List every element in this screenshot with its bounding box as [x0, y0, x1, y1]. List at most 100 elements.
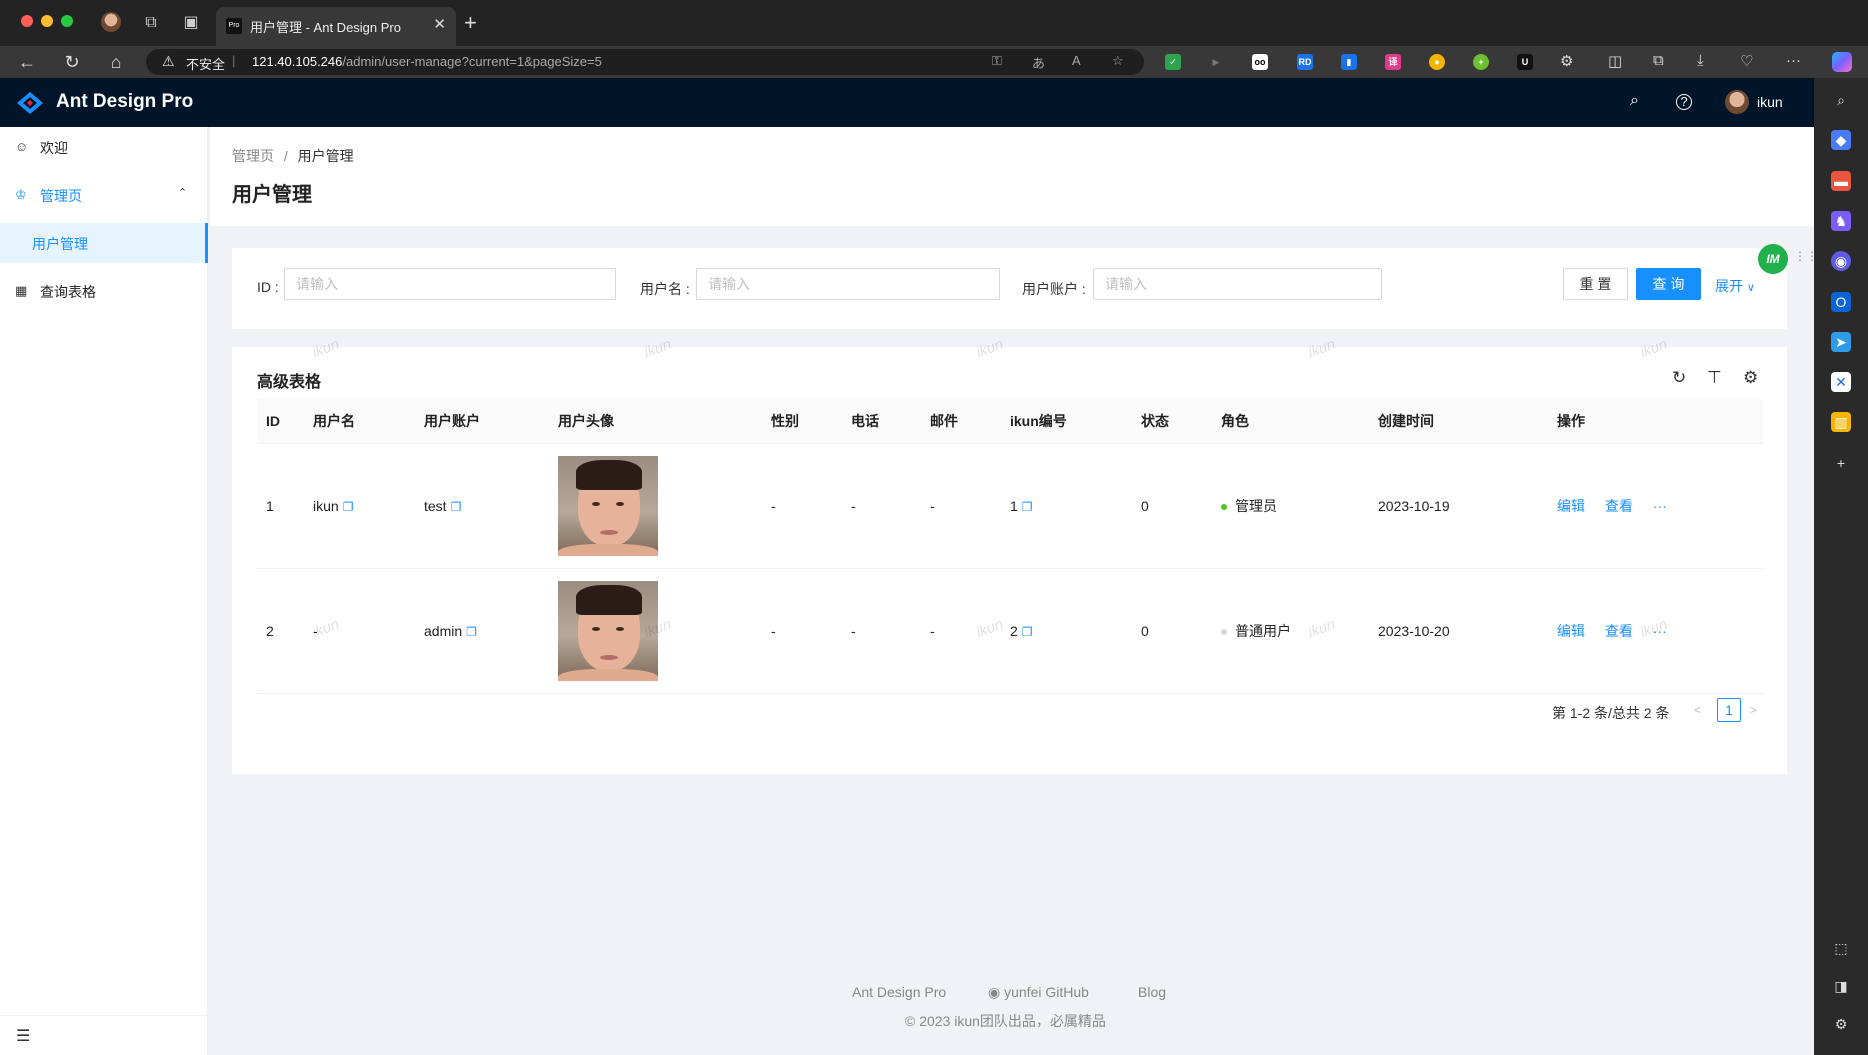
setting-icon[interactable]: ⚙ — [1743, 368, 1758, 388]
menu-item-user-manage[interactable]: 用户管理 — [0, 223, 208, 263]
sidebar-tag-icon[interactable]: ◆ — [1831, 130, 1851, 150]
collections-icon[interactable]: ⧉ — [1653, 52, 1664, 69]
close-window-button[interactable] — [21, 15, 33, 27]
expand-toggle[interactable]: 展开 ∨ — [1715, 276, 1755, 296]
footer-link-blog[interactable]: Blog — [1138, 984, 1166, 1000]
copy-icon[interactable]: ❐ — [1022, 625, 1033, 639]
im-chat-icon[interactable]: IM — [1758, 244, 1788, 274]
translate-extension-icon[interactable]: 译 — [1385, 54, 1401, 70]
footer-link-ant-design-pro[interactable]: Ant Design Pro — [852, 984, 946, 1000]
read-aloud-icon[interactable]: A — [1072, 53, 1081, 68]
cell-actions: 编辑 查看 ··· — [1548, 443, 1763, 569]
play-extension-icon[interactable]: ▶ — [1208, 54, 1224, 70]
minimize-window-button[interactable] — [41, 15, 53, 27]
reload-icon[interactable]: ↻ — [60, 50, 84, 74]
tab-actions-icon[interactable]: ▣ — [180, 12, 202, 34]
edit-link[interactable]: 编辑 — [1557, 498, 1585, 514]
rd-extension-icon[interactable]: RD — [1297, 54, 1313, 70]
github-icon: ◉ — [988, 984, 1001, 1000]
more-menu-icon[interactable]: ··· — [1786, 52, 1801, 69]
query-button[interactable]: 查 询 — [1636, 268, 1701, 300]
sidebar-screenshot-icon[interactable]: ⬚ — [1831, 938, 1851, 958]
help-icon[interactable]: ? — [1676, 94, 1692, 110]
prev-page-icon[interactable]: < — [1694, 703, 1701, 717]
new-tab-icon[interactable]: + — [464, 10, 477, 36]
column-height-icon[interactable]: ⊤ — [1707, 368, 1722, 388]
cell-id: 1 — [257, 443, 304, 569]
bookmark-extension-icon[interactable]: ▮ — [1341, 54, 1357, 70]
smile-icon: ☺ — [15, 139, 29, 154]
extensions-icon[interactable]: ⚙ — [1560, 52, 1573, 70]
menu-item-table-list[interactable]: ▦ 查询表格 — [0, 271, 208, 311]
copy-icon[interactable]: ❐ — [466, 625, 477, 639]
username-input[interactable] — [696, 268, 1000, 300]
more-icon[interactable]: ··· — [1653, 498, 1667, 514]
menu-item-welcome[interactable]: ☺ 欢迎 — [0, 127, 208, 167]
sidebar-settings-icon[interactable]: ⚙ — [1831, 1014, 1851, 1034]
menu-item-admin[interactable]: ♔ 管理页 ⌃ — [0, 175, 208, 215]
split-screen-icon[interactable]: ◫ — [1608, 52, 1622, 70]
menu-fold-icon[interactable]: ☰ — [16, 1026, 30, 1046]
view-link[interactable]: 查看 — [1605, 498, 1633, 514]
ikun-no-text: 1 — [1010, 497, 1018, 514]
copy-icon[interactable]: ❐ — [1022, 500, 1033, 514]
warning-icon: ⚠ — [162, 53, 175, 69]
view-link[interactable]: 查看 — [1605, 623, 1633, 639]
sidebar-copilot-icon[interactable]: ◉ — [1831, 251, 1851, 271]
cell-status: 0 — [1132, 443, 1212, 569]
performance-icon[interactable]: ♡ — [1740, 52, 1753, 70]
user-table: ID 用户名 用户账户 用户头像 性别 电话 邮件 ikun编号 状态 角色 创… — [257, 399, 1763, 694]
account-input[interactable] — [1093, 268, 1382, 300]
cell-gender: - — [762, 443, 842, 569]
reset-button[interactable]: 重 置 — [1563, 268, 1628, 300]
id-input[interactable] — [284, 268, 616, 300]
next-page-icon[interactable]: > — [1750, 703, 1757, 717]
drag-handle-icon[interactable]: ⋮⋮ — [1794, 249, 1814, 263]
glasses-extension-icon[interactable]: oo — [1252, 54, 1268, 70]
back-icon[interactable]: ← — [15, 50, 39, 74]
url-host: 121.40.105.246 — [252, 54, 343, 69]
maximize-window-button[interactable] — [61, 15, 73, 27]
sidebar-games-icon[interactable]: ♞ — [1831, 211, 1851, 231]
key-icon[interactable]: ⚿ — [992, 53, 1002, 69]
home-icon[interactable]: ⌂ — [104, 50, 128, 74]
edit-link[interactable]: 编辑 — [1557, 623, 1585, 639]
sidebar-x-icon[interactable]: ✕ — [1831, 372, 1851, 392]
app-title[interactable]: Ant Design Pro — [56, 91, 193, 113]
reload-icon[interactable]: ↻ — [1672, 368, 1686, 388]
breadcrumb-root[interactable]: 管理页 — [232, 148, 274, 164]
sidebar-add-icon[interactable]: + — [1831, 453, 1851, 473]
browser-tab-active[interactable]: Pro 用户管理 - Ant Design Pro ✕ — [216, 7, 456, 46]
url-field[interactable]: ⚠ 不安全 | 121.40.105.246/admin/user-manage… — [146, 49, 1144, 75]
translate-icon[interactable]: あ — [1032, 53, 1045, 72]
sidebar-search-icon[interactable]: ⌕ — [1831, 90, 1851, 110]
workspaces-icon[interactable]: ⧉ — [140, 12, 162, 34]
footer-link-github[interactable]: ◉ yunfei GitHub — [988, 984, 1089, 1001]
u-extension-icon[interactable]: U — [1517, 54, 1533, 70]
ant-design-logo-icon[interactable] — [16, 91, 44, 115]
copilot-icon[interactable] — [1832, 52, 1852, 72]
sidebar-layout-icon[interactable]: ◨ — [1831, 976, 1851, 996]
plus-extension-icon[interactable]: + — [1473, 54, 1489, 70]
cell-avatar — [549, 443, 762, 569]
profile-avatar-icon[interactable] — [100, 12, 122, 34]
favorite-star-icon[interactable]: ☆ — [1112, 53, 1124, 69]
user-name[interactable]: ikun — [1757, 94, 1783, 110]
user-avatar[interactable] — [1725, 90, 1749, 114]
search-icon[interactable]: ⌕ — [1630, 92, 1639, 110]
shield-extension-icon[interactable]: ✓ — [1165, 54, 1181, 70]
pagination-summary: 第 1-2 条/总共 2 条 — [1552, 705, 1670, 721]
page-1-button[interactable]: 1 — [1717, 698, 1741, 722]
copy-icon[interactable]: ❐ — [451, 500, 462, 514]
sidebar-tools-icon[interactable]: ▬ — [1831, 171, 1851, 191]
avatar-hair — [576, 459, 642, 490]
sidebar-send-icon[interactable]: ➤ — [1831, 332, 1851, 352]
chrome-extension-icon[interactable]: ● — [1429, 54, 1445, 70]
downloads-icon[interactable]: ⤓ — [1697, 52, 1704, 69]
side-menu: ☺ 欢迎 ♔ 管理页 ⌃ 用户管理 ▦ 查询表格 ☰ — [0, 127, 208, 1055]
tab-close-icon[interactable]: ✕ — [433, 15, 446, 33]
user-avatar-image[interactable] — [558, 455, 658, 556]
sidebar-outlook-icon[interactable]: O — [1831, 292, 1851, 312]
sidebar-chart-icon[interactable]: ▥ — [1831, 412, 1851, 432]
copy-icon[interactable]: ❐ — [343, 500, 354, 514]
